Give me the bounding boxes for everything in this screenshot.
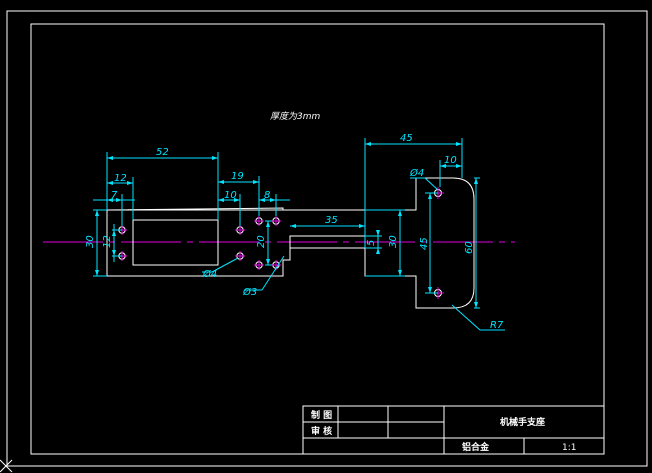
dim-60: 60 (464, 241, 475, 254)
thickness-note: 厚度为3mm (270, 111, 320, 122)
title-block-scale: 1:1 (562, 443, 576, 453)
dim-12-vertical: 12 (102, 235, 113, 248)
dim-12: 12 (114, 173, 127, 184)
dim-35: 35 (325, 215, 338, 226)
dim-30-right: 30 (388, 235, 399, 248)
title-block-drawn-label: 制 图 (311, 409, 332, 421)
dim-7: 7 (111, 190, 118, 201)
dim-45-top: 45 (400, 133, 413, 144)
dim-phi4-right: Ø4 (409, 167, 424, 179)
title-block-material: 铝合金 (462, 441, 490, 453)
dim-10-left: 10 (224, 190, 237, 201)
dim-8: 8 (264, 190, 270, 201)
cad-drawing-canvas: 厚度为3mm 52 12 7 19 10 8 45 10 35 30 12 20… (0, 10, 648, 473)
dim-45-vertical: 45 (419, 237, 430, 250)
dim-phi3: Ø3 (242, 286, 257, 298)
dim-20: 20 (256, 235, 267, 248)
title-block (302, 405, 605, 455)
title-block-part-name: 机械手支座 (500, 416, 545, 428)
dim-5: 5 (366, 240, 377, 246)
dim-10-right: 10 (444, 155, 457, 166)
title-block-checked-label: 审 核 (311, 425, 332, 437)
dim-19: 19 (231, 171, 244, 182)
dim-52: 52 (156, 147, 169, 158)
dim-phi4-left: Ø4 (202, 268, 217, 280)
dim-30-left: 30 (85, 235, 96, 248)
dim-r7: R7 (490, 320, 504, 331)
dimension-arrows (95, 142, 478, 308)
sheet-inner-border (30, 23, 605, 455)
